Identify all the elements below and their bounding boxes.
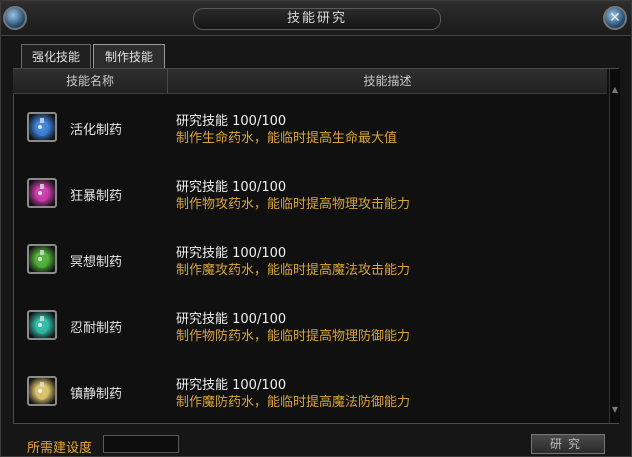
tab-enhance-skill[interactable]: 强化技能 xyxy=(21,44,91,68)
skill-name: 冥想制药 xyxy=(70,255,123,270)
skill-row[interactable]: 活化制药 研究技能 100/100 制作生命药水，能临时提高生命最大值 xyxy=(13,100,607,166)
window-title: 技能研究 xyxy=(193,8,441,30)
table-header: 技能名称 技能描述 xyxy=(13,69,607,94)
column-header-skill-name: 技能名称 xyxy=(13,69,168,93)
skill-row[interactable]: 忍耐制药 研究技能 100/100 制作物防药水，能临时提高物理防御能力 xyxy=(13,298,607,364)
potion-rage-icon[interactable] xyxy=(27,178,57,208)
window-orb-icon xyxy=(3,6,27,30)
close-icon: ✕ xyxy=(609,10,621,26)
skill-name: 活化制药 xyxy=(70,123,123,138)
scroll-down-icon[interactable]: ▼ xyxy=(610,405,620,415)
potion-endure-icon[interactable] xyxy=(27,310,57,340)
skill-row[interactable]: 狂暴制药 研究技能 100/100 制作物攻药水，能临时提高物理攻击能力 xyxy=(13,166,607,232)
potion-meditate-icon[interactable] xyxy=(27,244,57,274)
scrollbar[interactable]: ▲ ▼ xyxy=(609,69,620,423)
skill-name: 忍耐制药 xyxy=(70,321,123,336)
title-bar[interactable]: 技能研究 ✕ xyxy=(1,1,631,36)
potion-calm-icon[interactable] xyxy=(27,376,57,406)
required-build-label: 所需建设度 xyxy=(27,441,93,456)
skill-description: 制作物防药水，能临时提高物理防御能力 xyxy=(176,329,411,344)
skill-row[interactable]: 冥想制药 研究技能 100/100 制作魔攻药水，能临时提高魔法攻击能力 xyxy=(13,232,607,298)
skill-description: 制作生命药水，能临时提高生命最大值 xyxy=(176,131,398,146)
research-button[interactable]: 研究 xyxy=(531,434,605,454)
skill-name: 狂暴制药 xyxy=(70,189,123,204)
skill-row[interactable]: 镇静制药 研究技能 100/100 制作魔防药水，能临时提高魔法防御能力 xyxy=(13,364,607,430)
required-build-value xyxy=(103,435,179,453)
skill-name: 镇静制药 xyxy=(70,387,123,402)
skill-description: 制作魔防药水，能临时提高魔法防御能力 xyxy=(176,395,411,410)
skill-description: 制作魔攻药水，能临时提高魔法攻击能力 xyxy=(176,263,411,278)
scroll-up-icon[interactable]: ▲ xyxy=(610,85,620,95)
tab-craft-skill[interactable]: 制作技能 xyxy=(93,44,165,68)
potion-life-icon[interactable] xyxy=(27,112,57,142)
skill-description: 制作物攻药水，能临时提高物理攻击能力 xyxy=(176,197,411,212)
skill-research-window: 技能研究 ✕ 强化技能 制作技能 技能名称 技能描述 ▲ ▼ 活化制药 研究技能 … xyxy=(0,0,632,457)
column-header-skill-desc: 技能描述 xyxy=(363,74,412,88)
